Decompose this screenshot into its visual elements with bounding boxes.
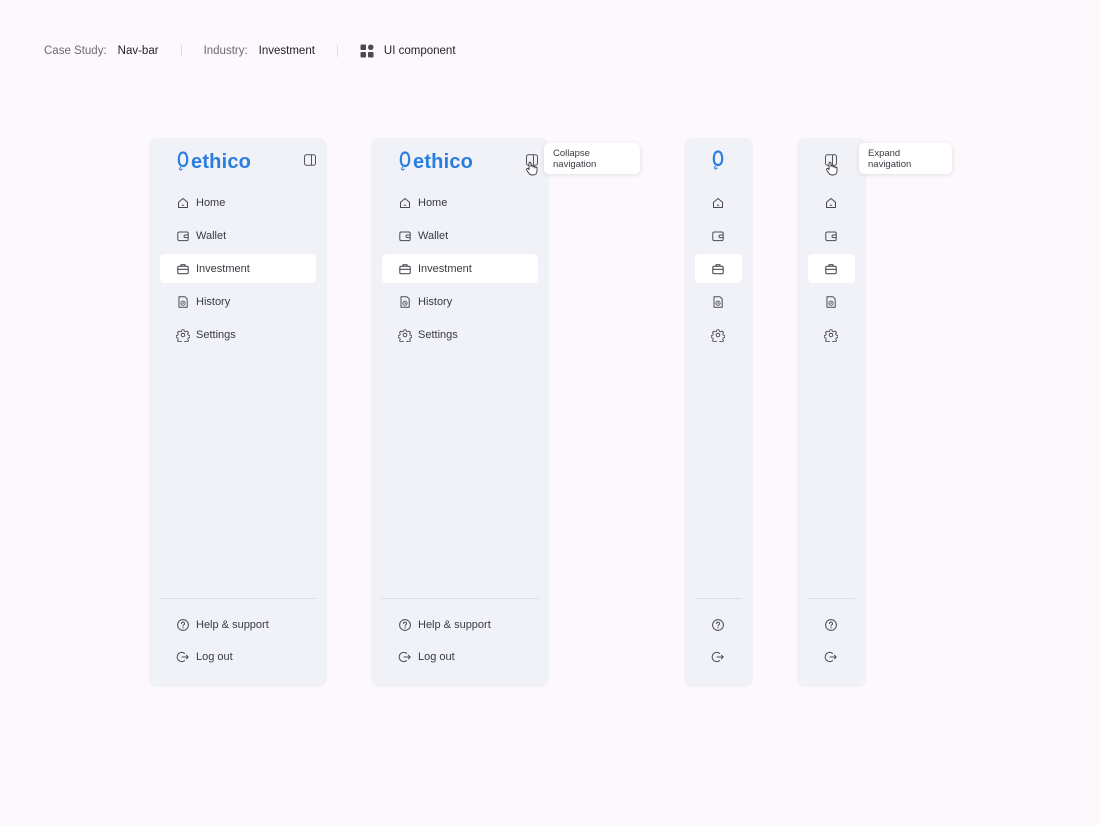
header-divider	[336, 45, 338, 57]
sidebar-item-wallet[interactable]	[695, 221, 742, 250]
sidebar-item-label: Investment	[196, 262, 250, 275]
case-study-label: Case Study:	[44, 45, 107, 57]
sidebar-collapsed	[684, 138, 753, 687]
sidebar-item-label: History	[196, 295, 231, 308]
brand-logo[interactable]: ethico	[176, 150, 251, 174]
logo-mark-icon	[176, 150, 190, 174]
sidebar-item-history[interactable]	[695, 287, 742, 316]
collapse-navigation-tooltip: Collapse navigation	[544, 143, 640, 174]
brand-logo[interactable]: ethico	[398, 150, 473, 174]
gear-icon	[711, 328, 725, 342]
sidebar-item-wallet[interactable]: Wallet	[382, 221, 538, 250]
sidebar-item-logout[interactable]	[695, 642, 742, 671]
case-study-header: Case Study: Nav-bar Industry: Investment…	[44, 44, 456, 58]
sidebar-item-label: Wallet	[418, 229, 449, 242]
home-icon	[824, 196, 838, 210]
sidebar-item-settings[interactable]: Settings	[160, 320, 316, 349]
sidebar-expanded-hover: ethico Home Wallet Investment History Se…	[371, 138, 549, 687]
sidebar-item-history[interactable]	[808, 287, 855, 316]
wallet-icon	[176, 229, 190, 243]
wallet-icon	[824, 229, 838, 243]
history-icon	[398, 295, 412, 309]
brand-name: ethico	[413, 150, 474, 173]
sidebar-item-label: Investment	[418, 262, 472, 275]
header-divider	[180, 45, 182, 57]
briefcase-icon	[398, 262, 412, 276]
sidebar-item-help[interactable]	[695, 610, 742, 639]
home-icon	[398, 196, 412, 210]
logout-icon	[824, 650, 838, 664]
briefcase-icon	[824, 262, 838, 276]
sidebar-item-label: Home	[196, 196, 226, 209]
sidebar-divider	[695, 598, 742, 599]
sidebar-item-investment[interactable]: Investment	[382, 254, 538, 283]
sidebar-item-settings[interactable]	[808, 320, 855, 349]
sidebar-item-home[interactable]	[808, 188, 855, 217]
logout-icon	[176, 650, 190, 664]
sidebar-item-wallet[interactable]: Wallet	[160, 221, 316, 250]
sidebar-item-settings[interactable]: Settings	[382, 320, 538, 349]
sidebar-item-label: Help & support	[418, 618, 491, 631]
logout-icon	[711, 650, 725, 664]
sidebar-item-label: Wallet	[196, 229, 227, 242]
gear-icon	[824, 328, 838, 342]
hand-cursor-icon	[825, 161, 838, 176]
home-icon	[711, 196, 725, 210]
case-study-value: Nav-bar	[117, 45, 159, 57]
sidebar-divider	[382, 598, 538, 599]
sidebar-item-history[interactable]: History	[160, 287, 316, 316]
sidebar-item-label: History	[418, 295, 453, 308]
sidebar-item-home[interactable]	[695, 188, 742, 217]
history-icon	[176, 295, 190, 309]
expand-navigation-tooltip: Expand navigation	[859, 143, 952, 174]
sidebar-divider	[808, 598, 855, 599]
sidebar-item-help[interactable]	[808, 610, 855, 639]
sidebar-expanded: ethico Home Wallet Investment History Se…	[149, 138, 327, 687]
sidebar-item-help[interactable]: Help & support	[160, 610, 316, 639]
sidebar-item-logout[interactable]	[808, 642, 855, 671]
sidebar-item-settings[interactable]	[695, 320, 742, 349]
sidebar-toggle-icon[interactable]	[303, 153, 317, 167]
wallet-icon	[711, 229, 725, 243]
sidebar-item-logout[interactable]: Log out	[382, 642, 538, 671]
sidebar-item-investment[interactable]: Investment	[160, 254, 316, 283]
gear-icon	[398, 328, 412, 342]
sidebar-item-logout[interactable]: Log out	[160, 642, 316, 671]
industry-label: Industry:	[203, 45, 248, 57]
grid-icon	[360, 44, 374, 58]
wallet-icon	[398, 229, 412, 243]
sidebar-item-label: Help & support	[196, 618, 269, 631]
sidebar-item-label: Log out	[418, 650, 455, 663]
history-icon	[711, 295, 725, 309]
help-icon	[711, 618, 725, 632]
logo-mark-icon	[398, 150, 412, 174]
sidebar-item-investment[interactable]	[695, 254, 742, 283]
help-icon	[824, 618, 838, 632]
hand-cursor-icon	[525, 161, 538, 176]
gear-icon	[176, 328, 190, 342]
sidebar-collapsed-hover	[797, 138, 866, 687]
sidebar-item-home[interactable]: Home	[160, 188, 316, 217]
sidebar-item-label: Settings	[196, 328, 236, 341]
sidebar-item-help[interactable]: Help & support	[382, 610, 538, 639]
brand-name: ethico	[191, 150, 252, 173]
industry-value: Investment	[258, 45, 315, 57]
sidebar-item-label: Home	[418, 196, 448, 209]
sidebar-item-investment[interactable]	[808, 254, 855, 283]
logo-mark-icon[interactable]	[711, 149, 725, 173]
history-icon	[824, 295, 838, 309]
sidebar-item-label: Log out	[196, 650, 233, 663]
sidebar-divider	[160, 598, 316, 599]
sidebar-item-label: Settings	[418, 328, 458, 341]
briefcase-icon	[176, 262, 190, 276]
sidebar-item-home[interactable]: Home	[382, 188, 538, 217]
home-icon	[176, 196, 190, 210]
logout-icon	[398, 650, 412, 664]
help-icon	[398, 618, 412, 632]
sidebar-item-wallet[interactable]	[808, 221, 855, 250]
briefcase-icon	[711, 262, 725, 276]
component-label: UI component	[383, 45, 456, 57]
sidebar-item-history[interactable]: History	[382, 287, 538, 316]
help-icon	[176, 618, 190, 632]
